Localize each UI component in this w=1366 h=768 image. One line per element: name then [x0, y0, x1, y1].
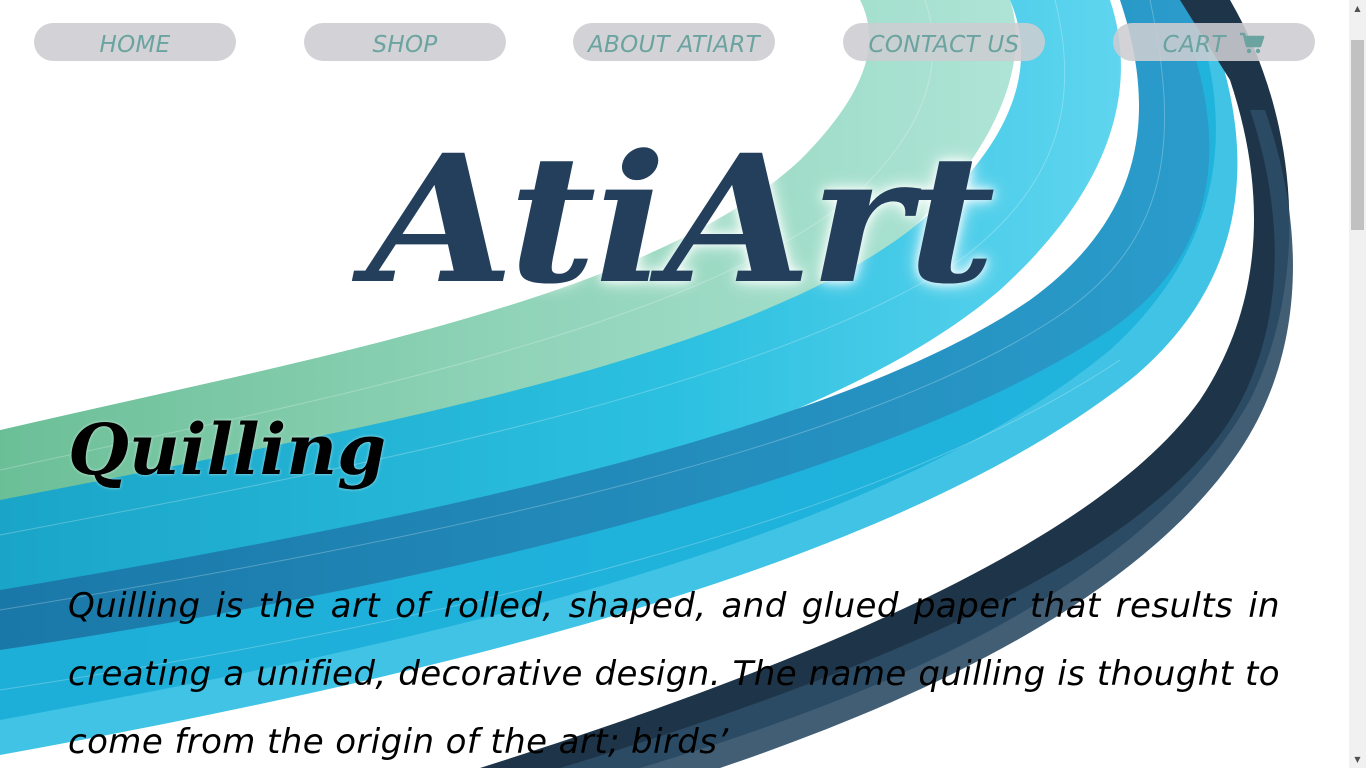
nav-home-label: HOME: [99, 32, 171, 58]
page: HOME SHOP ABOUT ATIART CONTACT US CART A…: [0, 0, 1366, 768]
shopping-cart-icon: [1240, 32, 1265, 53]
page-scrollbar[interactable]: ▲ ▼: [1349, 0, 1366, 768]
nav-cart-label: CART: [1162, 32, 1226, 58]
nav-shop-link[interactable]: SHOP: [304, 23, 506, 61]
main-navigation: HOME SHOP ABOUT ATIART CONTACT US CART: [0, 23, 1349, 63]
nav-contact-label: CONTACT US: [868, 32, 1020, 58]
nav-cart-link[interactable]: CART: [1113, 23, 1315, 61]
scroll-down-arrow-icon[interactable]: ▼: [1349, 751, 1366, 768]
section-description: Quilling is the art of rolled, shaped, a…: [68, 586, 1280, 762]
nav-contact-link[interactable]: CONTACT US: [843, 23, 1045, 61]
nav-home-link[interactable]: HOME: [34, 23, 236, 61]
section-title: Quilling: [68, 408, 387, 491]
scrollbar-thumb[interactable]: [1351, 40, 1364, 230]
nav-shop-label: SHOP: [372, 32, 438, 58]
site-logo[interactable]: AtiArt: [253, 105, 1106, 335]
nav-about-label: ABOUT ATIART: [587, 32, 761, 58]
scroll-up-arrow-icon[interactable]: ▲: [1349, 0, 1366, 17]
nav-about-link[interactable]: ABOUT ATIART: [573, 23, 775, 61]
